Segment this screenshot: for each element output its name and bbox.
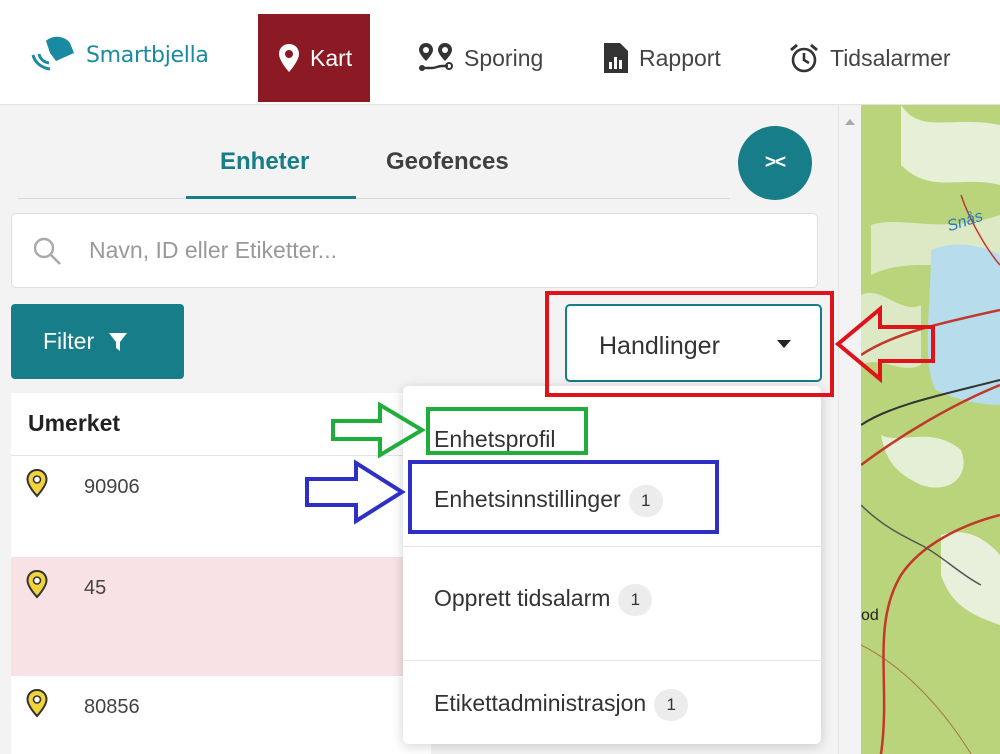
search-input[interactable]: Navn, ID eller Etiketter... xyxy=(11,213,818,288)
unit-id: 45 xyxy=(84,577,107,599)
unit-row[interactable]: 45 xyxy=(11,557,431,676)
menu-item-label-with-badge: Opprett tidsalarm 1 xyxy=(434,584,653,616)
search-placeholder: Navn, ID eller Etiketter... xyxy=(89,237,337,263)
top-navigation: Smartbjella Kart Sporing Rapport Tidsala… xyxy=(0,0,1000,105)
map-pin-icon xyxy=(25,688,49,723)
unit-group-header: Umerket xyxy=(11,393,426,456)
nav-kart[interactable]: Kart xyxy=(258,14,371,102)
tracking-icon xyxy=(418,42,454,74)
report-icon xyxy=(603,42,629,74)
sidebar-tabs: Enheter Geofences xyxy=(18,125,730,199)
menu-item-label-with-badge: Etikettadministrasjon 1 xyxy=(434,689,689,721)
search-icon xyxy=(32,236,62,271)
menu-item-label: Opprett tidsalarm xyxy=(434,585,611,612)
count-badge: 1 xyxy=(654,689,689,721)
actions-label: Handlinger xyxy=(599,332,720,360)
active-tab-indicator xyxy=(186,196,356,199)
map-pin-icon xyxy=(25,569,49,604)
nav-rapport[interactable]: Rapport xyxy=(603,14,721,102)
actions-dropdown-button[interactable]: Handlinger xyxy=(565,304,822,382)
menu-item-label-with-badge: Enhetsinnstillinger 1 xyxy=(434,485,663,517)
unit-group-label: Umerket xyxy=(28,410,121,436)
nav-rapport-label: Rapport xyxy=(639,44,721,71)
logo-text: Smartbjella xyxy=(86,42,209,68)
actions-dropdown-menu: Enhetsprofil Enhetsinnstillinger 1 Oppret… xyxy=(403,386,821,744)
tab-geofences[interactable]: Geofences xyxy=(386,148,509,176)
count-badge: 1 xyxy=(618,584,653,616)
scroll-up-icon[interactable] xyxy=(845,119,855,125)
menu-item-label: Enhetsprofil xyxy=(434,426,556,452)
map-view[interactable]: Snås od xyxy=(861,105,1000,754)
nav-sporing-label: Sporing xyxy=(464,44,544,71)
filter-button[interactable]: Filter xyxy=(11,304,184,379)
filter-label: Filter xyxy=(43,328,95,354)
unit-id: 80856 xyxy=(84,696,140,718)
menu-item-opprett-tidsalarm[interactable]: Opprett tidsalarm 1 xyxy=(403,547,821,660)
nav-tidsalarmer[interactable]: Tidsalarmer xyxy=(788,14,951,102)
nav-tidsalarmer-label: Tidsalarmer xyxy=(830,44,951,71)
nav-kart-label: Kart xyxy=(310,44,353,71)
menu-item-etikettadministrasjon[interactable]: Etikettadministrasjon 1 xyxy=(403,661,821,744)
count-badge: 1 xyxy=(628,485,663,517)
map-pin-icon xyxy=(278,43,300,73)
alarm-clock-icon xyxy=(788,42,820,74)
bell-logo-icon xyxy=(31,36,74,71)
map-pin-icon xyxy=(25,468,49,503)
map-label: od xyxy=(861,607,879,624)
caret-down-icon xyxy=(777,340,791,348)
unit-row[interactable]: 90906 xyxy=(11,456,431,557)
map-terrain xyxy=(861,105,1000,754)
menu-item-enhetsinnstillinger[interactable]: Enhetsinnstillinger 1 xyxy=(403,458,821,548)
funnel-icon xyxy=(108,332,128,352)
unit-row[interactable]: 80856 xyxy=(11,676,431,754)
menu-item-label: Enhetsinnstillinger xyxy=(434,486,621,513)
smartbjella-logo[interactable]: Smartbjella xyxy=(30,30,209,80)
unit-id: 90906 xyxy=(84,476,140,498)
menu-item-label: Etikettadministrasjon xyxy=(434,690,647,717)
tab-enheter[interactable]: Enheter xyxy=(220,148,309,176)
collapse-sidebar-button[interactable]: >< xyxy=(738,126,812,200)
nav-sporing[interactable]: Sporing xyxy=(418,14,543,102)
sidebar-scrollbar[interactable] xyxy=(838,105,861,754)
